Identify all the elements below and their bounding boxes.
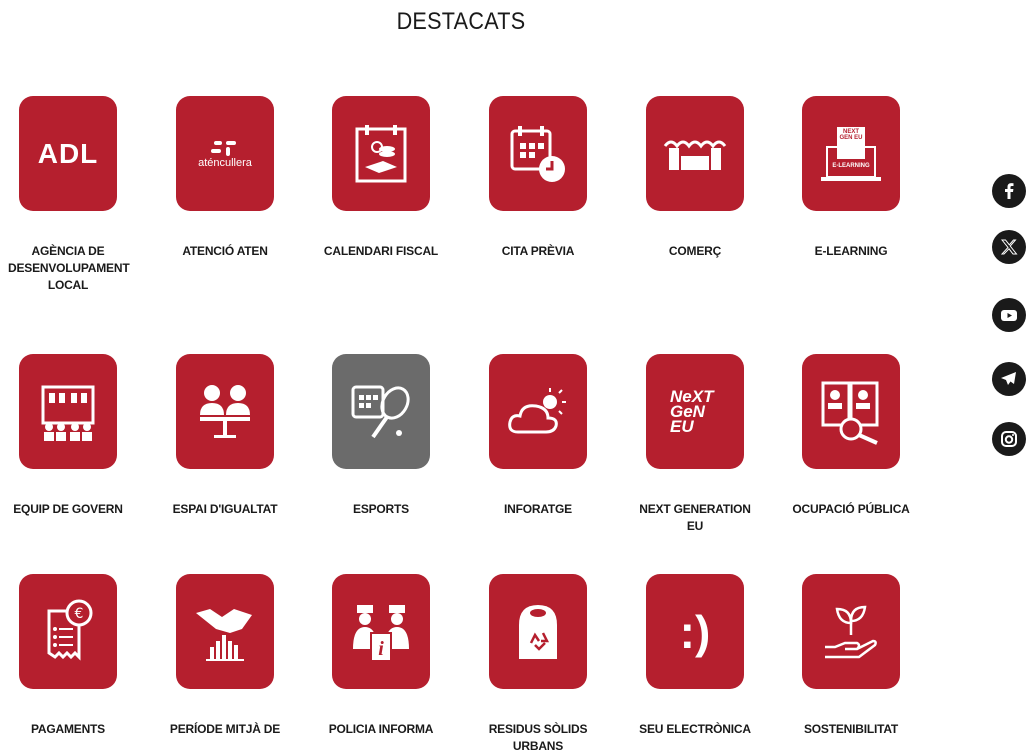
tile-label[interactable]: CITA PRÈVIA — [478, 243, 598, 260]
tile-icon-box[interactable]: NeXT GeN EU — [646, 354, 744, 469]
town-hall-icon — [41, 385, 95, 441]
smiley-icon: :) — [679, 605, 711, 658]
tile-icon-box[interactable] — [19, 354, 117, 469]
tile-residus-solids[interactable]: RESIDUS SÒLIDS URBANS — [478, 574, 598, 755]
tile-label[interactable]: INFORATGE — [478, 501, 598, 518]
tile-icon-box[interactable] — [176, 354, 274, 469]
tile-calendari-fiscal[interactable]: CALENDARI FISCAL — [321, 96, 441, 260]
two-people-table-icon — [200, 384, 250, 438]
tile-label[interactable]: RESIDUS SÒLIDS URBANS — [478, 721, 598, 755]
facebook-icon[interactable] — [992, 174, 1026, 208]
tile-label[interactable]: CALENDARI FISCAL — [321, 243, 441, 260]
tile-icon-box[interactable]: € — [19, 574, 117, 689]
tile-label[interactable]: COMERÇ — [635, 243, 755, 260]
tile-label[interactable]: PERÍODE MITJÀ DE — [165, 721, 285, 738]
receipt-euro-icon: € — [47, 599, 93, 661]
tile-label[interactable]: E-LEARNING — [791, 243, 911, 260]
tile-label[interactable]: ESPAI D'IGUALTAT — [165, 501, 285, 518]
tile-inforatge[interactable]: INFORATGE — [478, 354, 598, 518]
tile-seu-electronica[interactable]: :) SEU ELECTRÒNICA — [635, 574, 755, 738]
tile-espai-igualtat[interactable]: ESPAI D'IGUALTAT — [165, 354, 285, 518]
telegram-icon[interactable] — [992, 362, 1026, 396]
police-info-icon: i — [353, 604, 409, 662]
tile-equip-de-govern[interactable]: EQUIP DE GOVERN — [8, 354, 128, 518]
tile-periode-mitja[interactable]: PERÍODE MITJÀ DE — [165, 574, 285, 738]
tile-pagaments[interactable]: € PAGAMENTS — [8, 574, 128, 738]
tile-icon-box[interactable] — [802, 574, 900, 689]
tile-ocupacio-publica[interactable]: OCUPACIÓ PÚBLICA — [791, 354, 911, 518]
tile-label[interactable]: NEXT GENERATION EU — [635, 501, 755, 535]
next-gen-eu-icon: NeXT GeN EU — [670, 387, 714, 436]
laptop-book-icon: NEXT GEN EU E-LEARNING — [819, 123, 883, 185]
svg-text:€: € — [75, 606, 84, 622]
tile-icon-box[interactable]: NEXT GEN EU E-LEARNING — [802, 96, 900, 211]
tile-icon-box[interactable] — [176, 574, 274, 689]
storefront-icon — [663, 140, 727, 170]
calendar-coins-icon — [355, 124, 407, 182]
tile-icon-box[interactable] — [332, 354, 430, 469]
calendar-clock-icon — [510, 125, 565, 182]
cloud-sun-icon — [508, 387, 566, 433]
tile-label[interactable]: ATENCIÓ ATEN — [165, 243, 285, 260]
tile-label[interactable]: AGÈNCIA DE DESENVOLUPAMENT LOCAL — [8, 243, 130, 294]
tile-esports[interactable]: ESPORTS — [321, 354, 441, 518]
tile-icon-box[interactable] — [332, 96, 430, 211]
tile-label[interactable]: OCUPACIÓ PÚBLICA — [791, 501, 911, 518]
tile-label[interactable]: POLICIA INFORMA — [321, 721, 441, 738]
calendar-racket-icon — [351, 385, 410, 438]
tile-icon-box[interactable]: :) — [646, 574, 744, 689]
aten-logo-mark-icon — [210, 140, 236, 156]
tile-comerc[interactable]: COMERÇ — [635, 96, 755, 260]
tile-icon-box[interactable]: ADL — [19, 96, 117, 211]
hand-plant-icon — [825, 605, 877, 658]
tile-e-learning[interactable]: NEXT GEN EU E-LEARNING E-LEARNING — [791, 96, 911, 260]
section-title: DESTACATS — [396, 8, 526, 35]
tile-icon-box[interactable]: aténcullera — [176, 96, 274, 211]
tile-icon-box[interactable] — [646, 96, 744, 211]
atencullera-logo-icon: aténcullera — [198, 156, 252, 169]
tile-policia-informa[interactable]: i POLICIA INFORMA — [321, 574, 441, 738]
handshake-chart-icon — [196, 608, 252, 661]
tile-icon-box[interactable] — [489, 574, 587, 689]
tile-label[interactable]: EQUIP DE GOVERN — [8, 501, 128, 518]
tile-cita-previa[interactable]: CITA PRÈVIA — [478, 96, 598, 260]
tile-sostenibilitat[interactable]: SOSTENIBILITAT — [791, 574, 911, 738]
x-icon[interactable] — [992, 230, 1026, 264]
tile-icon-box[interactable] — [802, 354, 900, 469]
instagram-icon[interactable] — [992, 422, 1026, 456]
svg-text:i: i — [378, 638, 384, 660]
tile-label[interactable]: SOSTENIBILITAT — [791, 721, 911, 738]
recycling-bin-icon — [519, 604, 557, 659]
youtube-icon[interactable] — [992, 298, 1026, 332]
next-gen-badge-text: NEXT GEN EU — [839, 128, 863, 141]
tile-label[interactable]: ESPORTS — [321, 501, 441, 518]
document-magnifier-icon — [821, 381, 879, 445]
tile-icon-box[interactable] — [489, 96, 587, 211]
tile-label[interactable]: PAGAMENTS — [8, 721, 128, 738]
tile-icon-box[interactable] — [489, 354, 587, 469]
tile-atencio-aten[interactable]: aténcullera ATENCIÓ ATEN — [165, 96, 285, 260]
tile-adl[interactable]: ADL AGÈNCIA DE DESENVOLUPAMENT LOCAL — [8, 96, 130, 294]
adl-text-icon: ADL — [37, 137, 99, 169]
tile-next-generation-eu[interactable]: NeXT GeN EU NEXT GENERATION EU — [635, 354, 755, 535]
e-learning-text: E-LEARNING — [832, 162, 870, 169]
tile-label[interactable]: SEU ELECTRÒNICA — [635, 721, 755, 738]
tile-icon-box[interactable]: i — [332, 574, 430, 689]
